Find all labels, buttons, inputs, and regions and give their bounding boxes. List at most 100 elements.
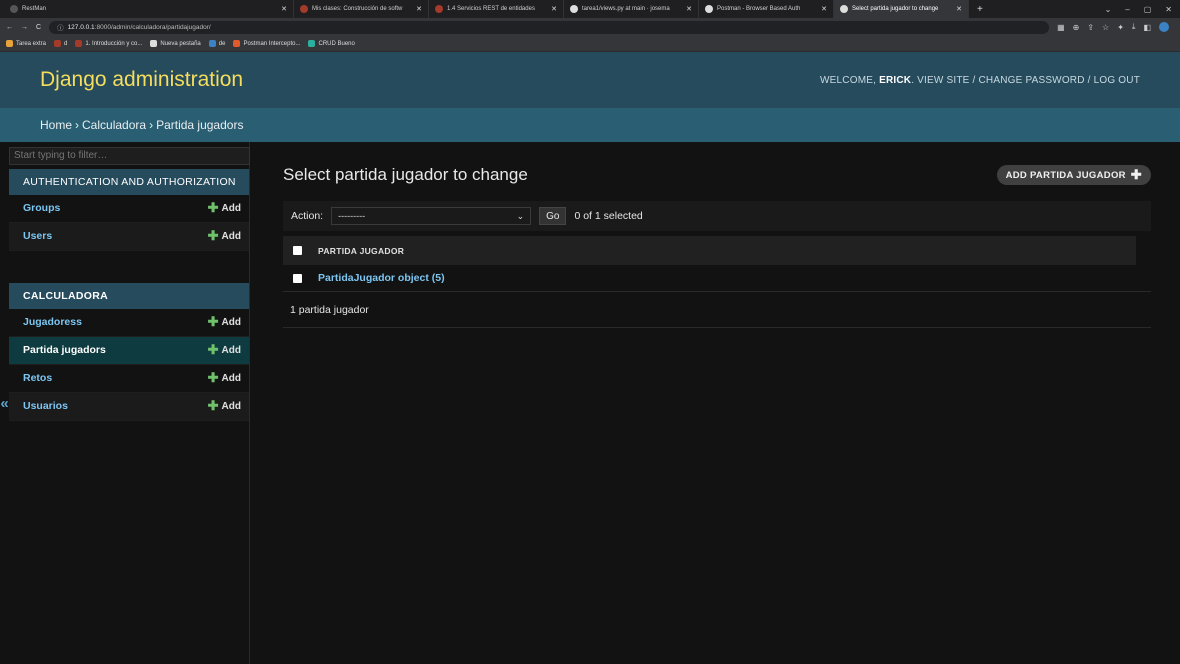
table-header: Partida jugador [283,236,1136,265]
back-icon[interactable]: ← [6,24,13,31]
browser-tab[interactable]: Select partida jugador to change ✕ [834,0,969,18]
nav-sidebar: Authentication and AuthorizationGroups✚A… [9,142,250,664]
url-field[interactable]: ⓘ 127.0.0.1:8000/admin/calculadora/parti… [49,20,1050,34]
zoom-icon[interactable]: ⊕ [1073,23,1080,32]
sidebar-add-link[interactable]: ✚ Add [208,314,241,330]
forward-icon[interactable]: → [21,24,28,31]
url-path: :8000/admin/calculadora/partidajugador/ [94,23,211,31]
tab-title: 1.4 Servicios REST de entidades [447,6,535,12]
browser-tab[interactable]: tarea1/views.py at main · josema ✕ [564,0,699,18]
profile-avatar[interactable] [1159,22,1170,32]
new-tab-button[interactable]: + [969,4,991,15]
tab-title: Postman - Browser Based Auth [717,6,801,12]
browser-tab[interactable]: Postman - Browser Based Auth ✕ [699,0,834,18]
bookmark-item[interactable]: CRUD Bueno [308,40,355,47]
tab-title: RestMan [22,6,47,12]
extensions-icon[interactable]: ✦ [1117,23,1124,32]
tab-title: tarea1/views.py at main · josema [582,6,670,12]
close-tab-icon[interactable]: ✕ [547,5,557,13]
sidebar-add-link[interactable]: ✚ Add [208,370,241,386]
table-row: PartidaJugador object (5) [283,265,1151,292]
add-label: Add [221,230,241,242]
sidebar-item: Groups ✚ Add [9,195,249,223]
app-module: Calculadora Jugadoress ✚ Add Partida jugador… [9,282,249,421]
sidebar-add-link[interactable]: ✚ Add [208,200,241,216]
breadcrumb-current: Partida jugadors [156,118,244,132]
close-tab-icon[interactable]: ✕ [682,5,692,13]
sidebar-item-link[interactable]: Users [23,230,52,242]
maximize-icon[interactable]: ▢ [1144,5,1152,14]
bookmark-item[interactable]: d [54,40,67,47]
action-select[interactable]: --------- ⌄ [331,207,532,225]
close-window-icon[interactable]: ✕ [1165,5,1172,14]
bookmark-item[interactable]: Nueva pestaña [150,40,201,47]
close-tab-icon[interactable]: ✕ [952,5,962,13]
breadcrumb-home[interactable]: Home [40,118,72,132]
bookmark-label: Postman Intercepto... [243,40,301,47]
bookmark-favicon-icon [208,40,216,47]
close-tab-icon[interactable]: ✕ [412,5,422,13]
browser-tab-bar: RestMan ✕ Mis clases: Construcción de soft… [0,0,1180,18]
action-select-value: --------- [338,211,366,221]
minimize-icon[interactable]: – [1125,5,1129,14]
add-partida-jugador-button[interactable]: Add partida jugador ✚ [996,165,1151,185]
bookmark-item[interactable]: 1. Introducción y co... [75,40,142,47]
bookmark-label: d [64,40,68,47]
tab-favicon-icon [10,5,18,13]
plus-icon: ✚ [207,398,219,413]
sidebar-add-link[interactable]: ✚ Add [208,228,241,244]
view-site-link[interactable]: View site [917,75,969,86]
sidebar-add-link[interactable]: ✚ Add [208,342,241,358]
download-icon[interactable]: ⤓ [1132,22,1136,32]
tab-title: Mis clases: Construcción de softw [312,6,403,12]
bookmark-item[interactable]: de [208,40,225,47]
module-caption[interactable]: Authentication and Authorization [9,168,249,195]
browser-tab[interactable]: Mis clases: Construcción de softw ✕ [294,0,429,18]
breadcrumb-separator: › [75,118,80,132]
site-info-icon[interactable]: ⓘ [57,22,64,32]
sidepanel-icon[interactable]: ◧ [1143,23,1151,32]
close-tab-icon[interactable]: ✕ [817,5,827,13]
module-caption[interactable]: Calculadora [9,282,249,309]
action-label: Action: [291,210,324,222]
row-link[interactable]: PartidaJugador object (5) [318,272,445,284]
log-out-link[interactable]: Log out [1094,75,1140,86]
site-brand[interactable]: Django administration [40,68,243,92]
actions-bar: Action: --------- ⌄ Go 0 of 1 selected [283,201,1151,231]
bookmark-star-icon[interactable]: ☆ [1102,23,1109,32]
select-all-checkbox[interactable] [293,246,302,255]
translate-icon[interactable]: ▦ [1057,23,1065,32]
sidebar-item: Jugadoress ✚ Add [9,309,249,337]
go-button[interactable]: Go [539,207,567,225]
row-checkbox[interactable] [293,273,302,283]
sidebar-item-link[interactable]: Usuarios [23,400,68,412]
tab-favicon-icon [300,5,308,13]
app-module: Authentication and Authorization Groups ✚ A… [9,168,249,251]
add-label: Add [221,316,241,328]
sidebar-item-link[interactable]: Jugadoress [23,316,82,328]
url-host: 127.0.0.1 [67,23,95,31]
sidebar-toggle[interactable]: « [0,142,9,664]
change-password-link[interactable]: Change password [978,75,1084,86]
paginator: 1 partida jugador [283,292,1151,328]
browser-tab[interactable]: RestMan ✕ [4,0,294,18]
sidebar-filter-input[interactable] [9,146,250,165]
bookmark-item[interactable]: Postman Intercepto... [233,40,300,47]
bookmark-item[interactable]: Tarea extra [6,40,46,47]
sidebar-add-link[interactable]: ✚ Add [208,398,241,414]
tab-search-icon[interactable]: ⌄ [1105,5,1112,14]
reload-icon[interactable]: C [36,24,41,31]
add-button-label: Add partida jugador [1005,169,1126,181]
plus-icon: ✚ [207,314,219,329]
browser-tab[interactable]: 1.4 Servicios REST de entidades ✕ [429,0,564,18]
breadcrumb-separator: › [149,118,154,132]
sidebar-item-link[interactable]: Retos [23,372,52,384]
close-tab-icon[interactable]: ✕ [277,5,287,13]
content: Select partida jugador to change Add par… [250,142,1180,664]
share-icon[interactable]: ⇪ [1087,23,1094,32]
breadcrumb-app[interactable]: Calculadora [82,118,146,132]
sidebar-item-link[interactable]: Groups [23,202,60,214]
column-header-partida-jugador[interactable]: Partida jugador [318,246,404,256]
sidebar-item-link[interactable]: Partida jugadors [23,344,106,356]
bookmark-label: Tarea extra [16,40,47,47]
